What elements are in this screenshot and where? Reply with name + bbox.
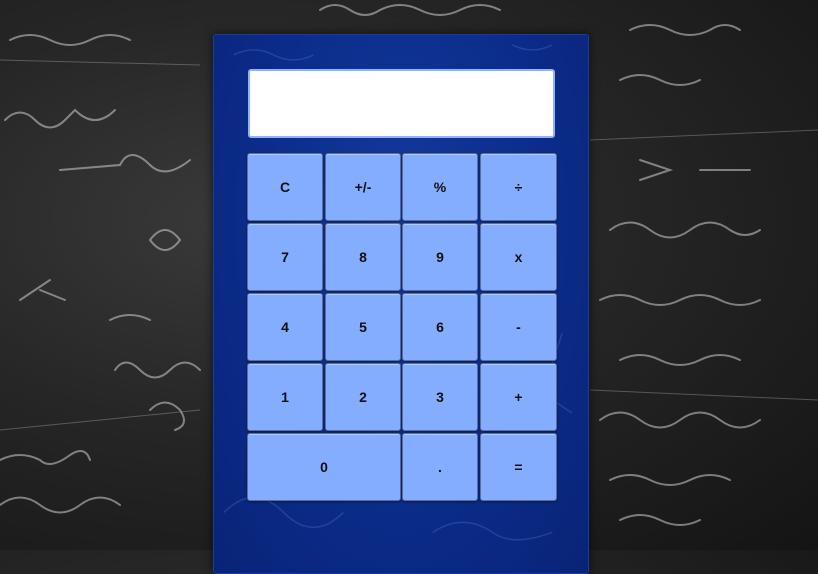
sign-toggle-button[interactable]: +/- — [325, 153, 401, 221]
digit-6-button[interactable]: 6 — [402, 293, 478, 361]
digit-3-button[interactable]: 3 — [402, 363, 478, 431]
calculator-panel: C +/- % ÷ 7 8 9 x 4 5 6 - 1 2 3 + 0 . = — [213, 34, 589, 574]
digit-1-button[interactable]: 1 — [247, 363, 323, 431]
digit-7-button[interactable]: 7 — [247, 223, 323, 291]
digit-4-button[interactable]: 4 — [247, 293, 323, 361]
digit-9-button[interactable]: 9 — [402, 223, 478, 291]
multiply-button[interactable]: x — [480, 223, 557, 291]
percent-button[interactable]: % — [402, 153, 478, 221]
divide-button[interactable]: ÷ — [480, 153, 557, 221]
keypad: C +/- % ÷ 7 8 9 x 4 5 6 - 1 2 3 + 0 . = — [247, 153, 557, 503]
calculator-display — [248, 69, 555, 138]
digit-2-button[interactable]: 2 — [325, 363, 401, 431]
digit-8-button[interactable]: 8 — [325, 223, 401, 291]
add-button[interactable]: + — [480, 363, 557, 431]
clear-button[interactable]: C — [247, 153, 323, 221]
digit-0-button[interactable]: 0 — [247, 433, 401, 501]
digit-5-button[interactable]: 5 — [325, 293, 401, 361]
decimal-button[interactable]: . — [402, 433, 478, 501]
subtract-button[interactable]: - — [480, 293, 557, 361]
equals-button[interactable]: = — [480, 433, 557, 501]
